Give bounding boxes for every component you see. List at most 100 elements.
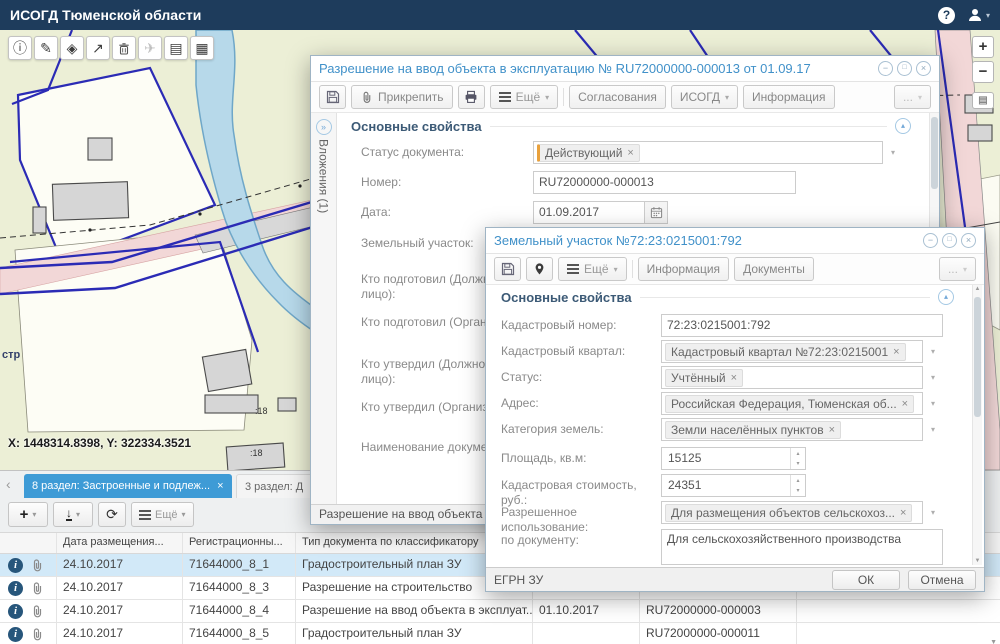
collapse-section-icon[interactable]: ▴: [938, 289, 954, 305]
attach-button[interactable]: Прикрепить: [351, 85, 453, 109]
save-button[interactable]: [319, 85, 346, 109]
maximize-icon[interactable]: □: [942, 233, 957, 248]
attachment-icon[interactable]: [30, 627, 44, 641]
close-icon[interactable]: ×: [961, 233, 976, 248]
more-button[interactable]: Ещё ▾: [131, 502, 194, 527]
close-icon[interactable]: ×: [916, 61, 931, 76]
help-icon[interactable]: ?: [937, 6, 955, 24]
approvals-button[interactable]: Согласования: [569, 85, 666, 109]
cad-number-input[interactable]: 72:23:0215001:792: [661, 314, 943, 337]
col-header-reg[interactable]: Регистрационны...: [183, 533, 296, 553]
date-input[interactable]: 01.09.2017: [533, 201, 645, 224]
tab-close-icon[interactable]: ×: [217, 480, 223, 492]
tag-remove-icon[interactable]: ×: [893, 346, 899, 358]
attachment-icon[interactable]: [30, 604, 44, 618]
land-category-dropdown[interactable]: Земли населённых пунктов × ▾: [661, 418, 943, 441]
cell-placed: 24.10.2017: [57, 623, 183, 644]
isogd-button[interactable]: ИСОГД ▾: [670, 85, 739, 109]
row-info-icon[interactable]: i: [8, 626, 23, 642]
table-scroll-down-icon[interactable]: ▼: [990, 639, 997, 644]
download-icon: ↓: [65, 506, 72, 521]
scrollbar-thumb[interactable]: [974, 297, 981, 417]
tag-remove-icon[interactable]: ×: [627, 147, 633, 159]
minimize-icon[interactable]: −: [923, 233, 938, 248]
info-icon[interactable]: ⓘ: [8, 36, 32, 60]
spin-down-icon[interactable]: ▾: [796, 460, 799, 467]
overflow-button[interactable]: ... ▾: [893, 85, 931, 109]
table-row[interactable]: i 24.10.2017 71644000_8_4 Разрешение на …: [0, 600, 1000, 623]
cancel-button[interactable]: Отмена: [908, 569, 976, 590]
cad-block-dropdown[interactable]: Кадастровый квартал №72:23:0215001 × ▾: [661, 340, 943, 363]
permitted-use-tag[interactable]: Для размещения объектов сельскохоз... ×: [665, 503, 913, 522]
add-document-button[interactable]: + ▾: [8, 502, 48, 527]
more-button[interactable]: Ещё ▾: [489, 85, 559, 109]
table-row[interactable]: i 24.10.2017 71644000_8_5 Градостроитель…: [0, 623, 1000, 644]
basemap-button[interactable]: ▤: [972, 92, 994, 109]
status-tag[interactable]: Действующий ×: [537, 143, 640, 162]
print-button[interactable]: [457, 85, 485, 109]
ok-button[interactable]: ОК: [832, 569, 900, 590]
status-dropdown[interactable]: Учтённый × ▾: [661, 366, 943, 389]
save-button[interactable]: [494, 257, 521, 281]
dialog-scrollbar[interactable]: ▲ ▼: [972, 285, 982, 565]
measure-icon[interactable]: ✈: [138, 36, 162, 60]
tag-remove-icon[interactable]: ×: [829, 424, 835, 436]
tab-scroll-left-icon[interactable]: ‹: [6, 476, 11, 492]
status-tag[interactable]: Учтённый ×: [665, 368, 744, 387]
col-header-placed[interactable]: Дата размещения...: [57, 533, 183, 553]
egrn-button[interactable]: ЕГРН ЗУ: [494, 573, 543, 587]
geometry-glyph: ◈: [66, 40, 78, 56]
zoom-out-button[interactable]: −: [972, 61, 994, 83]
tag-remove-icon[interactable]: ×: [902, 398, 908, 410]
scroll-up-icon[interactable]: ▲: [973, 286, 982, 292]
geometry-icon[interactable]: ◈: [60, 36, 84, 60]
area-stepper[interactable]: 15125 ▴ ▾: [661, 447, 806, 470]
cad-block-tag[interactable]: Кадастровый квартал №72:23:0215001 ×: [665, 342, 906, 361]
row-info-icon[interactable]: i: [8, 557, 23, 573]
land-category-tag[interactable]: Земли населённых пунктов ×: [665, 420, 842, 439]
dialog-titlebar[interactable]: Земельный участок №72:23:0215001:792 − □…: [486, 228, 984, 254]
user-menu-button[interactable]: ▾: [967, 7, 990, 23]
information-button[interactable]: Информация: [637, 257, 730, 281]
show-on-map-button[interactable]: [526, 257, 553, 281]
collapse-section-icon[interactable]: ▴: [895, 118, 911, 134]
maximize-icon[interactable]: □: [897, 61, 912, 76]
scrollbar-thumb[interactable]: [931, 117, 938, 189]
spin-down-icon[interactable]: ▾: [796, 487, 799, 494]
attachments-tab[interactable]: Вложения (1): [317, 139, 331, 213]
tag-remove-icon[interactable]: ×: [900, 507, 906, 519]
address-tag[interactable]: Российская Федерация, Тюменская об... ×: [665, 394, 915, 413]
attachment-icon[interactable]: [30, 581, 44, 595]
layers-icon[interactable]: ▤: [164, 36, 188, 60]
tab-section-8[interactable]: 8 раздел: Застроенные и подлеж... ×: [24, 474, 232, 498]
tag-text: Действующий: [545, 145, 623, 160]
dialog-titlebar[interactable]: Разрешение на ввод объекта в эксплуатаци…: [311, 56, 939, 82]
cad-value-stepper[interactable]: 24351 ▴ ▾: [661, 474, 806, 497]
attachment-icon[interactable]: [30, 558, 44, 572]
number-input[interactable]: RU72000000-000013: [533, 171, 796, 194]
minimize-icon[interactable]: −: [878, 61, 893, 76]
information-button[interactable]: Информация: [743, 85, 835, 109]
export-icon[interactable]: ↗: [86, 36, 110, 60]
permitted-use-dropdown[interactable]: Для размещения объектов сельскохоз... × …: [661, 501, 943, 524]
spin-up-icon[interactable]: ▴: [796, 477, 799, 484]
edit-icon[interactable]: ✎: [34, 36, 58, 60]
documents-button[interactable]: Документы: [734, 257, 814, 281]
calendar-button[interactable]: [645, 201, 668, 224]
delete-icon[interactable]: [112, 36, 136, 60]
tag-remove-icon[interactable]: ×: [731, 372, 737, 384]
scroll-down-icon[interactable]: ▼: [973, 558, 982, 564]
status-dropdown[interactable]: Действующий × ▾: [533, 141, 903, 164]
overflow-button[interactable]: ... ▾: [938, 257, 976, 281]
refresh-button[interactable]: ⟳: [98, 502, 126, 527]
row-info-icon[interactable]: i: [8, 580, 23, 596]
legend-icon[interactable]: ▦: [190, 36, 214, 60]
row-info-icon[interactable]: i: [8, 603, 23, 619]
zoom-in-button[interactable]: +: [972, 36, 994, 58]
address-dropdown[interactable]: Российская Федерация, Тюменская об... × …: [661, 392, 943, 415]
download-button[interactable]: ↓ ▾: [53, 502, 93, 527]
expand-attachments-icon[interactable]: »: [315, 119, 332, 135]
spin-up-icon[interactable]: ▴: [796, 450, 799, 457]
more-button[interactable]: Ещё ▾: [558, 257, 627, 281]
by-document-textarea[interactable]: Для сельскохозяйственного производства: [661, 529, 943, 565]
